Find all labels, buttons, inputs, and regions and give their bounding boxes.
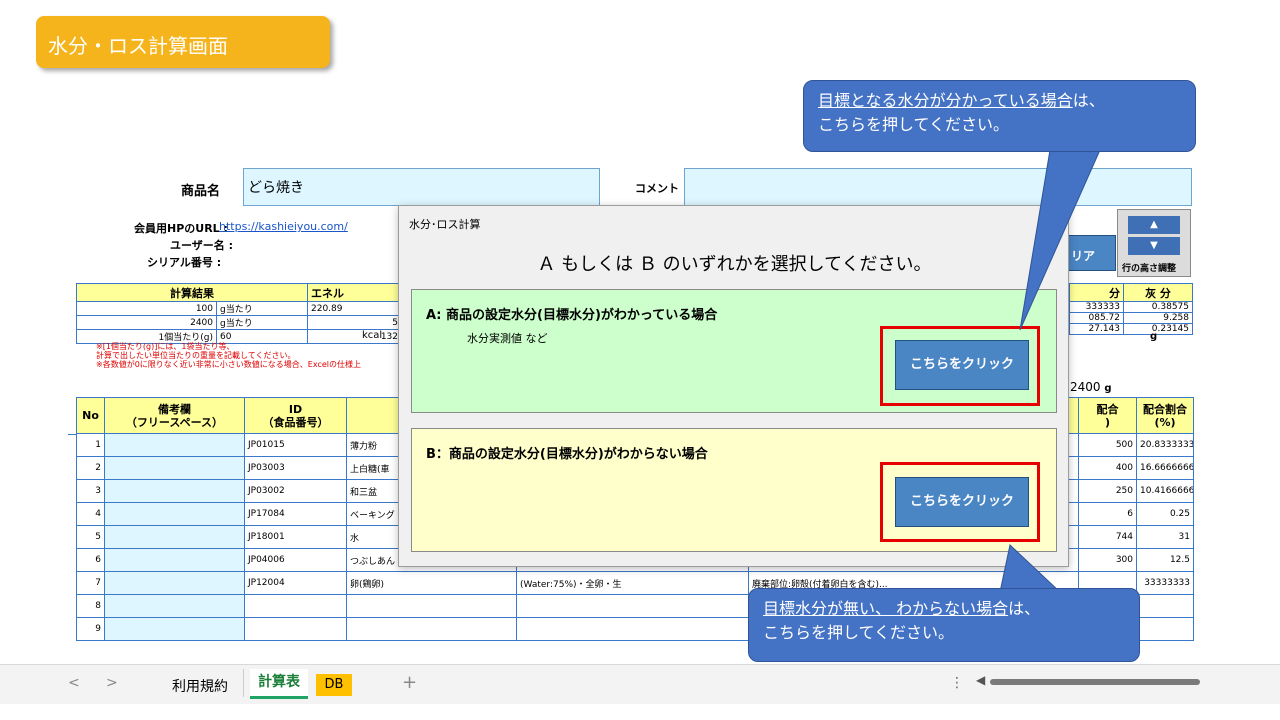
callout-unknown-moisture: 目標水分が無い、 わからない場合は、 こちらを押してください。 bbox=[748, 588, 1140, 662]
tab-divider bbox=[243, 669, 244, 697]
callout-top-pointer bbox=[1019, 149, 1101, 331]
tab-terms[interactable]: 利用規約 bbox=[172, 676, 228, 696]
horizontal-scrollbar[interactable] bbox=[990, 679, 1200, 685]
next-sheet-icon[interactable]: > bbox=[106, 675, 118, 691]
scroll-left-icon[interactable]: ◀ bbox=[976, 673, 985, 687]
callout-known-moisture: 目標となる水分が分かっている場合は、 こちらを押してください。 bbox=[803, 80, 1196, 152]
tab-calc-sheet[interactable]: 計算表 bbox=[250, 669, 308, 699]
tab-db[interactable]: DB bbox=[316, 674, 352, 696]
add-sheet-icon[interactable]: + bbox=[402, 672, 417, 693]
callout-bottom-pointer bbox=[999, 544, 1062, 593]
more-options-icon[interactable]: ⋮ bbox=[950, 675, 964, 691]
prev-sheet-icon[interactable]: < bbox=[68, 675, 80, 691]
sheet-tab-bar: < > 利用規約 計算表 DB + ⋮ ◀ bbox=[0, 664, 1280, 704]
